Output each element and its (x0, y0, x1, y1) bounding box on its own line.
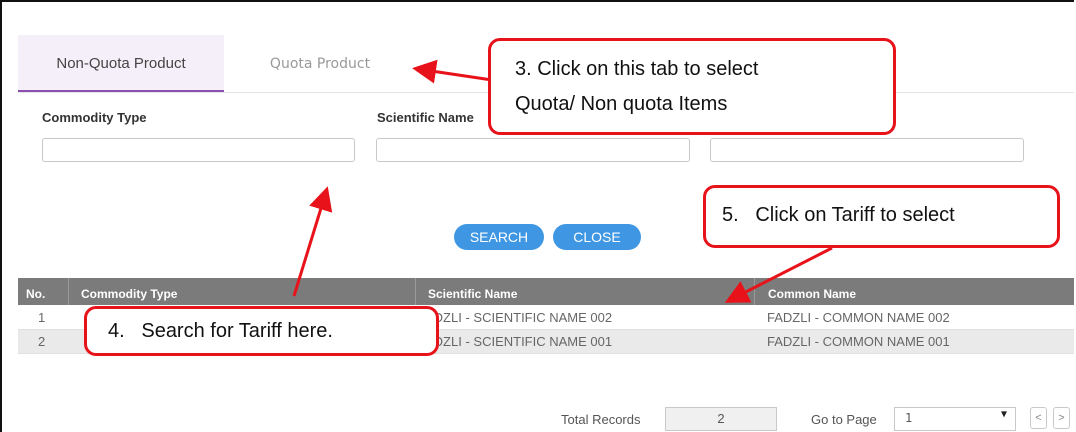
arrow-to-tariff-rows (724, 246, 833, 303)
callout-tariff-hint: 5. Click on Tariff to select (703, 185, 1060, 248)
callout-tariff-hint-text: 5. Click on Tariff to select (722, 204, 955, 226)
arrow-to-search-filters (292, 186, 333, 297)
callout-tab-hint-line1: 3. Click on this tab to select (515, 58, 759, 80)
callout-tab-hint-line2: Quota/ Non quota Items (515, 93, 728, 115)
callout-tab-hint: 3. Click on this tab to select Quota/ No… (488, 38, 896, 135)
callout-search-hint: 4. Search for Tariff here. (84, 306, 439, 356)
callout-search-hint-text: 4. Search for Tariff here. (108, 320, 333, 342)
arrow-to-quota-tab (412, 59, 493, 84)
